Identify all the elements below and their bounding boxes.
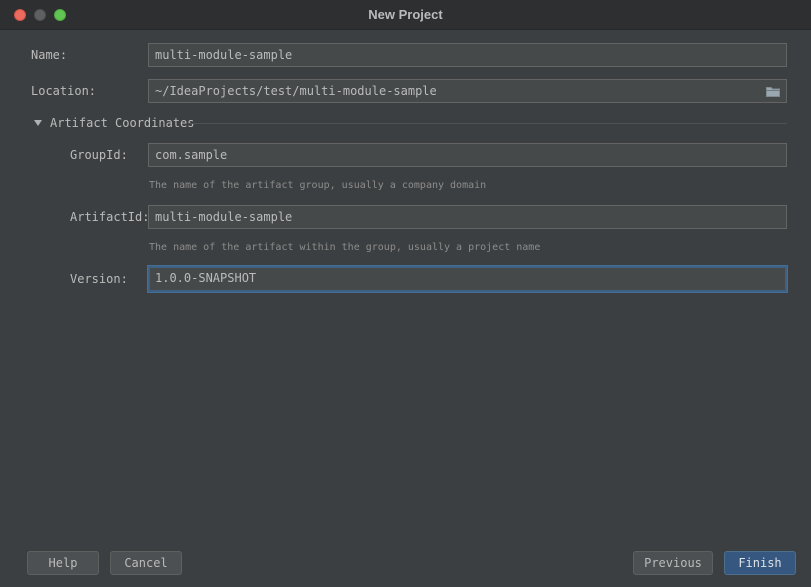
title-bar[interactable]: New Project [0, 0, 811, 30]
version-input[interactable]: 1.0.0-SNAPSHOT [148, 266, 787, 292]
group-id-input[interactable]: com.sample [148, 143, 787, 167]
artifact-coordinates-label: Artifact Coordinates [50, 116, 195, 130]
window-title: New Project [368, 7, 443, 22]
location-value: ~/IdeaProjects/test/multi-module-sample [155, 84, 437, 98]
artifact-id-label: ArtifactId: [70, 210, 150, 224]
group-id-hint: The name of the artifact group, usually … [149, 180, 487, 191]
version-label: Version: [70, 272, 128, 286]
artifact-id-hint: The name of the artifact within the grou… [149, 242, 541, 253]
section-divider [188, 123, 787, 124]
location-label: Location: [31, 84, 97, 98]
help-button[interactable]: Help [27, 551, 99, 575]
chevron-down-icon [34, 120, 42, 126]
previous-button[interactable]: Previous [633, 551, 713, 575]
cancel-button[interactable]: Cancel [110, 551, 182, 575]
location-input[interactable]: ~/IdeaProjects/test/multi-module-sample [148, 79, 787, 103]
finish-button[interactable]: Finish [724, 551, 796, 575]
group-id-label: GroupId: [70, 148, 128, 162]
name-input[interactable]: multi-module-sample [148, 43, 787, 67]
name-label: Name: [31, 48, 68, 62]
artifact-coordinates-toggle[interactable]: Artifact Coordinates [34, 114, 195, 132]
folder-icon[interactable] [766, 86, 780, 97]
artifact-id-input[interactable]: multi-module-sample [148, 205, 787, 229]
new-project-dialog: New Project Name: multi-module-sample Lo… [0, 0, 811, 587]
